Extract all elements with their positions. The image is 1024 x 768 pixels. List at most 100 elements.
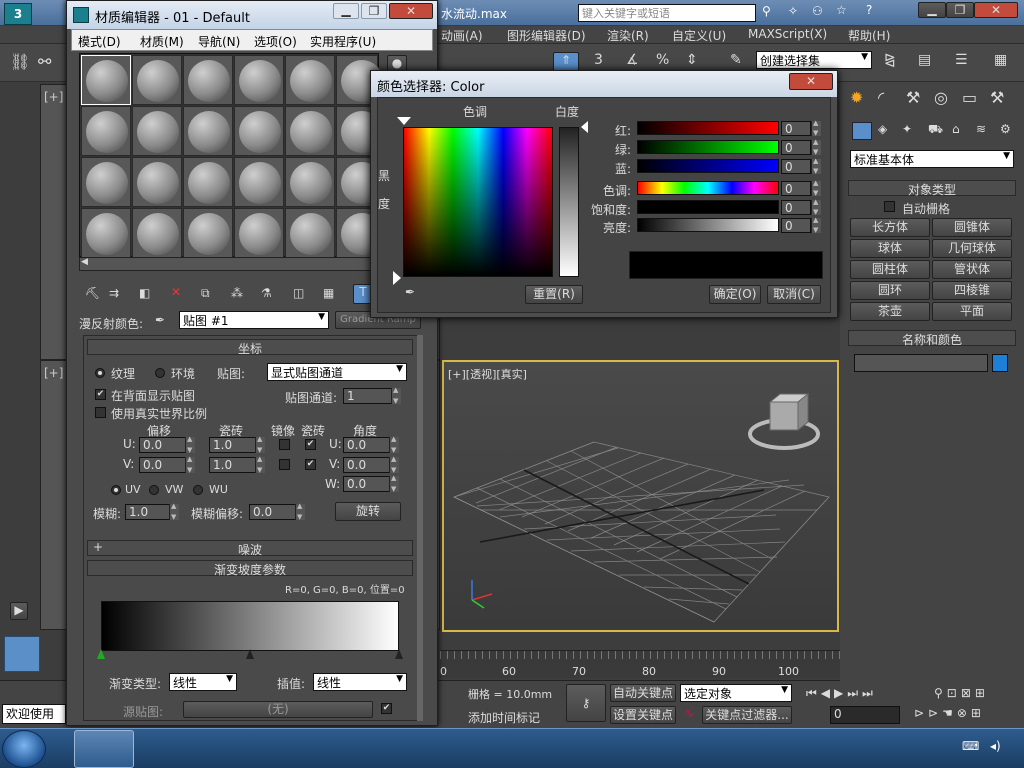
sample-slot[interactable] bbox=[183, 106, 233, 156]
value-spinner[interactable] bbox=[811, 216, 821, 234]
sample-slot[interactable] bbox=[81, 208, 131, 258]
v-tiling-input[interactable]: 1.0 bbox=[209, 457, 257, 473]
minimize-button[interactable]: ▁ bbox=[918, 2, 946, 18]
tube-button[interactable]: 管状体 bbox=[932, 260, 1012, 279]
torus-button[interactable]: 圆环 bbox=[850, 281, 930, 300]
v-offset-spinner[interactable] bbox=[185, 455, 195, 474]
source-map-checkbox[interactable]: ✔ bbox=[381, 703, 392, 714]
rotate-button[interactable]: 旋转 bbox=[335, 502, 401, 521]
volume-icon[interactable]: ◂) bbox=[990, 739, 1001, 753]
red-input[interactable]: 0 bbox=[781, 121, 811, 136]
sample-slot[interactable] bbox=[285, 55, 335, 105]
show-back-checkbox[interactable]: ✔ bbox=[95, 389, 106, 400]
whiteness-field[interactable] bbox=[559, 127, 579, 277]
ribbon-icon[interactable]: ▦ bbox=[994, 52, 1007, 68]
saturation-input[interactable]: 0 bbox=[781, 200, 811, 215]
lights-icon[interactable]: ✦ bbox=[902, 122, 912, 136]
cameras-icon[interactable]: ⛟ bbox=[928, 122, 943, 138]
start-button[interactable] bbox=[2, 730, 46, 768]
helpers-icon[interactable]: ⌂ bbox=[952, 122, 960, 136]
v-tile-checkbox[interactable]: ✔ bbox=[305, 459, 316, 470]
map-name-dropdown[interactable]: 贴图 #1 bbox=[179, 311, 329, 329]
mirror-icon[interactable]: ⧎ bbox=[884, 52, 896, 68]
ok-button[interactable]: 确定(O) bbox=[709, 285, 761, 304]
spacewarps-icon[interactable]: ≋ bbox=[976, 122, 986, 136]
nav-controls-icon[interactable]: ⚲⊡⊠⊞ bbox=[934, 686, 989, 700]
key-filter-button[interactable]: 关键点过滤器... bbox=[702, 706, 792, 724]
hierarchy-tab-icon[interactable]: ⚒ bbox=[906, 88, 920, 107]
menu-help[interactable]: 帮助(H) bbox=[848, 27, 890, 44]
sample-slot[interactable] bbox=[183, 208, 233, 258]
object-type-rollout[interactable]: 对象类型 bbox=[848, 180, 1016, 197]
search-input[interactable]: 键入关键字或短语 bbox=[578, 4, 756, 22]
set-key-button[interactable]: 设置关键点 bbox=[610, 706, 676, 724]
angle-snap-icon[interactable]: ∡ bbox=[626, 52, 639, 68]
align-icon[interactable]: ▤ bbox=[918, 52, 931, 68]
source-map-button[interactable]: (无) bbox=[183, 701, 373, 718]
uv-radio[interactable] bbox=[111, 485, 121, 495]
blackness-indicator-icon[interactable] bbox=[393, 271, 401, 285]
channel-spinner[interactable] bbox=[391, 386, 401, 405]
sample-slot[interactable] bbox=[132, 157, 182, 207]
u-offset-input[interactable]: 0.0 bbox=[139, 437, 187, 453]
object-name-input[interactable] bbox=[854, 354, 988, 372]
eyedropper-icon[interactable]: ✒ bbox=[155, 313, 165, 327]
u-mirror-checkbox[interactable] bbox=[279, 439, 290, 450]
plane-button[interactable]: 平面 bbox=[932, 302, 1012, 321]
spinner-snap-icon[interactable]: ⇕ bbox=[686, 52, 698, 68]
sample-slot[interactable] bbox=[234, 106, 284, 156]
green-input[interactable]: 0 bbox=[781, 140, 811, 155]
teapot-button[interactable]: 茶壶 bbox=[850, 302, 930, 321]
value-input[interactable]: 0 bbox=[781, 218, 811, 233]
blue-input[interactable]: 0 bbox=[781, 159, 811, 174]
playback-controls[interactable]: ⏮◀▶⏭⏭ bbox=[806, 686, 877, 701]
gradient-flag-mid[interactable] bbox=[246, 649, 254, 659]
green-spinner[interactable] bbox=[811, 138, 821, 156]
modify-tab-icon[interactable]: ◜ bbox=[878, 88, 884, 107]
viewport-top-left-label[interactable]: [+] bbox=[44, 90, 63, 104]
mat-maximize-button[interactable]: ❐ bbox=[361, 3, 387, 19]
blur-offset-input[interactable]: 0.0 bbox=[249, 504, 297, 520]
blue-spinner[interactable] bbox=[811, 157, 821, 175]
link-icon[interactable]: ⛓ bbox=[10, 52, 30, 71]
menu-rendering[interactable]: 渲染(R) bbox=[607, 27, 649, 44]
red-slider[interactable] bbox=[637, 121, 779, 135]
gradient-ramp[interactable] bbox=[101, 601, 399, 651]
motion-tab-icon[interactable]: ◎ bbox=[934, 88, 948, 107]
gradient-rollout[interactable]: 渐变坡度参数 bbox=[87, 560, 413, 577]
u-tiling-input[interactable]: 1.0 bbox=[209, 437, 257, 453]
tools-icon[interactable]: ✧ bbox=[788, 4, 798, 18]
mat-close-button[interactable]: ✕ bbox=[389, 3, 433, 19]
v-mirror-checkbox[interactable] bbox=[279, 459, 290, 470]
put-to-scene-icon[interactable]: ⇉ bbox=[109, 286, 119, 300]
key-mode-icon[interactable]: ⚷ bbox=[566, 684, 606, 722]
vw-radio[interactable] bbox=[149, 485, 159, 495]
v-angle-spinner[interactable] bbox=[389, 455, 399, 474]
viewport-perspective-label[interactable]: [+][透视][真实] bbox=[448, 366, 527, 382]
frame-field[interactable]: 0 bbox=[830, 706, 900, 724]
cone-button[interactable]: 圆锥体 bbox=[932, 218, 1012, 237]
make-unique-icon[interactable]: ⁂ bbox=[231, 286, 243, 300]
sample-slot[interactable] bbox=[81, 55, 131, 105]
u-angle-input[interactable]: 0.0 bbox=[343, 437, 391, 453]
red-spinner[interactable] bbox=[811, 119, 821, 137]
hue-input[interactable]: 0 bbox=[781, 181, 811, 196]
utilities-tab-icon[interactable]: ⚒ bbox=[990, 88, 1004, 107]
key-filter-icon[interactable]: ∿ bbox=[684, 706, 694, 720]
sphere-button[interactable]: 球体 bbox=[850, 239, 930, 258]
w-angle-spinner[interactable] bbox=[389, 474, 399, 493]
selected-dropdown[interactable]: 选定对象 bbox=[680, 684, 792, 702]
sample-slot[interactable] bbox=[234, 157, 284, 207]
delete-icon[interactable]: ✕ bbox=[171, 285, 181, 299]
play-panel-icon[interactable]: ▶ bbox=[10, 602, 28, 620]
menu-customize[interactable]: 自定义(U) bbox=[672, 27, 726, 44]
environ-radio[interactable] bbox=[155, 368, 165, 378]
sample-slot[interactable] bbox=[132, 208, 182, 258]
mat-menu-navigation[interactable]: 导航(N) bbox=[198, 33, 240, 50]
get-material-icon[interactable]: ⛏ bbox=[85, 286, 100, 300]
hue-indicator-icon[interactable] bbox=[397, 117, 411, 125]
sample-slot[interactable] bbox=[285, 157, 335, 207]
green-slider[interactable] bbox=[637, 140, 779, 154]
sample-slot[interactable] bbox=[81, 157, 131, 207]
value-slider[interactable] bbox=[637, 218, 779, 232]
